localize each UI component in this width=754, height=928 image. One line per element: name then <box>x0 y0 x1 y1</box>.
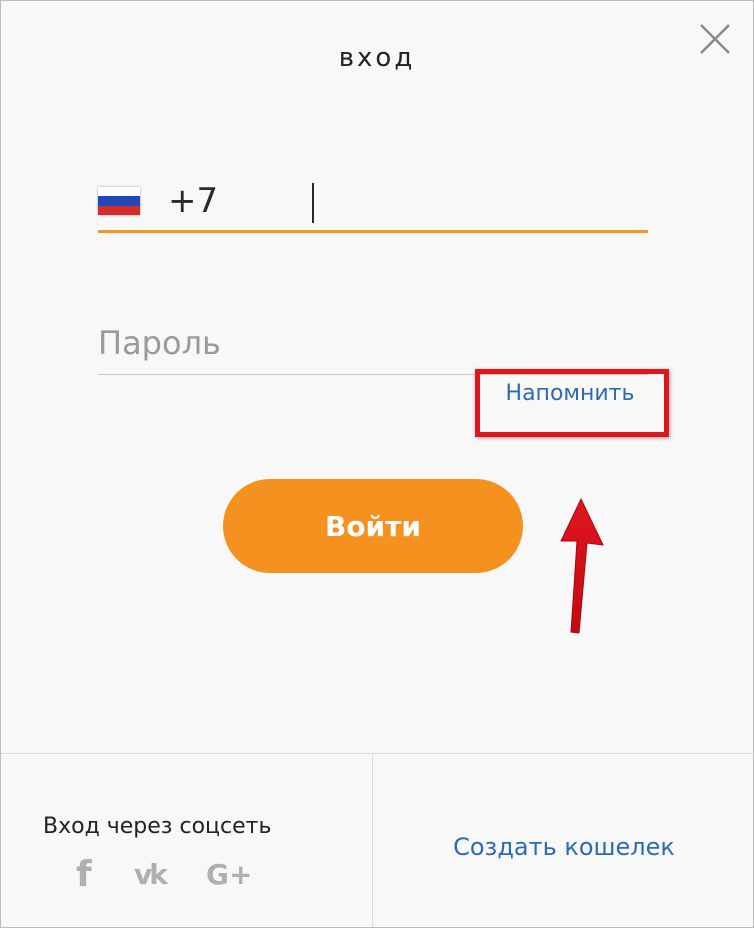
create-wallet-link[interactable]: Создать кошелек <box>373 833 753 861</box>
text-caret <box>312 183 314 223</box>
phone-field-row <box>98 171 648 233</box>
password-input[interactable] <box>98 317 638 369</box>
vk-icon[interactable]: vk <box>134 858 168 898</box>
close-icon[interactable] <box>697 21 733 57</box>
password-field-row <box>98 313 648 375</box>
login-button[interactable]: Войти <box>223 479 523 573</box>
login-dialog: вход Напомнить Войти Вход через с <box>0 0 754 928</box>
remind-password-link[interactable]: Напомнить <box>475 381 665 406</box>
google-plus-icon[interactable]: G+ <box>206 858 252 898</box>
dialog-title: вход <box>338 43 416 73</box>
social-login-label: Вход через соцсеть <box>43 814 272 839</box>
facebook-icon[interactable]: f <box>76 854 92 895</box>
russia-flag-icon[interactable] <box>98 187 140 215</box>
red-arrow-annotation <box>560 497 604 634</box>
phone-input[interactable] <box>168 175 638 227</box>
